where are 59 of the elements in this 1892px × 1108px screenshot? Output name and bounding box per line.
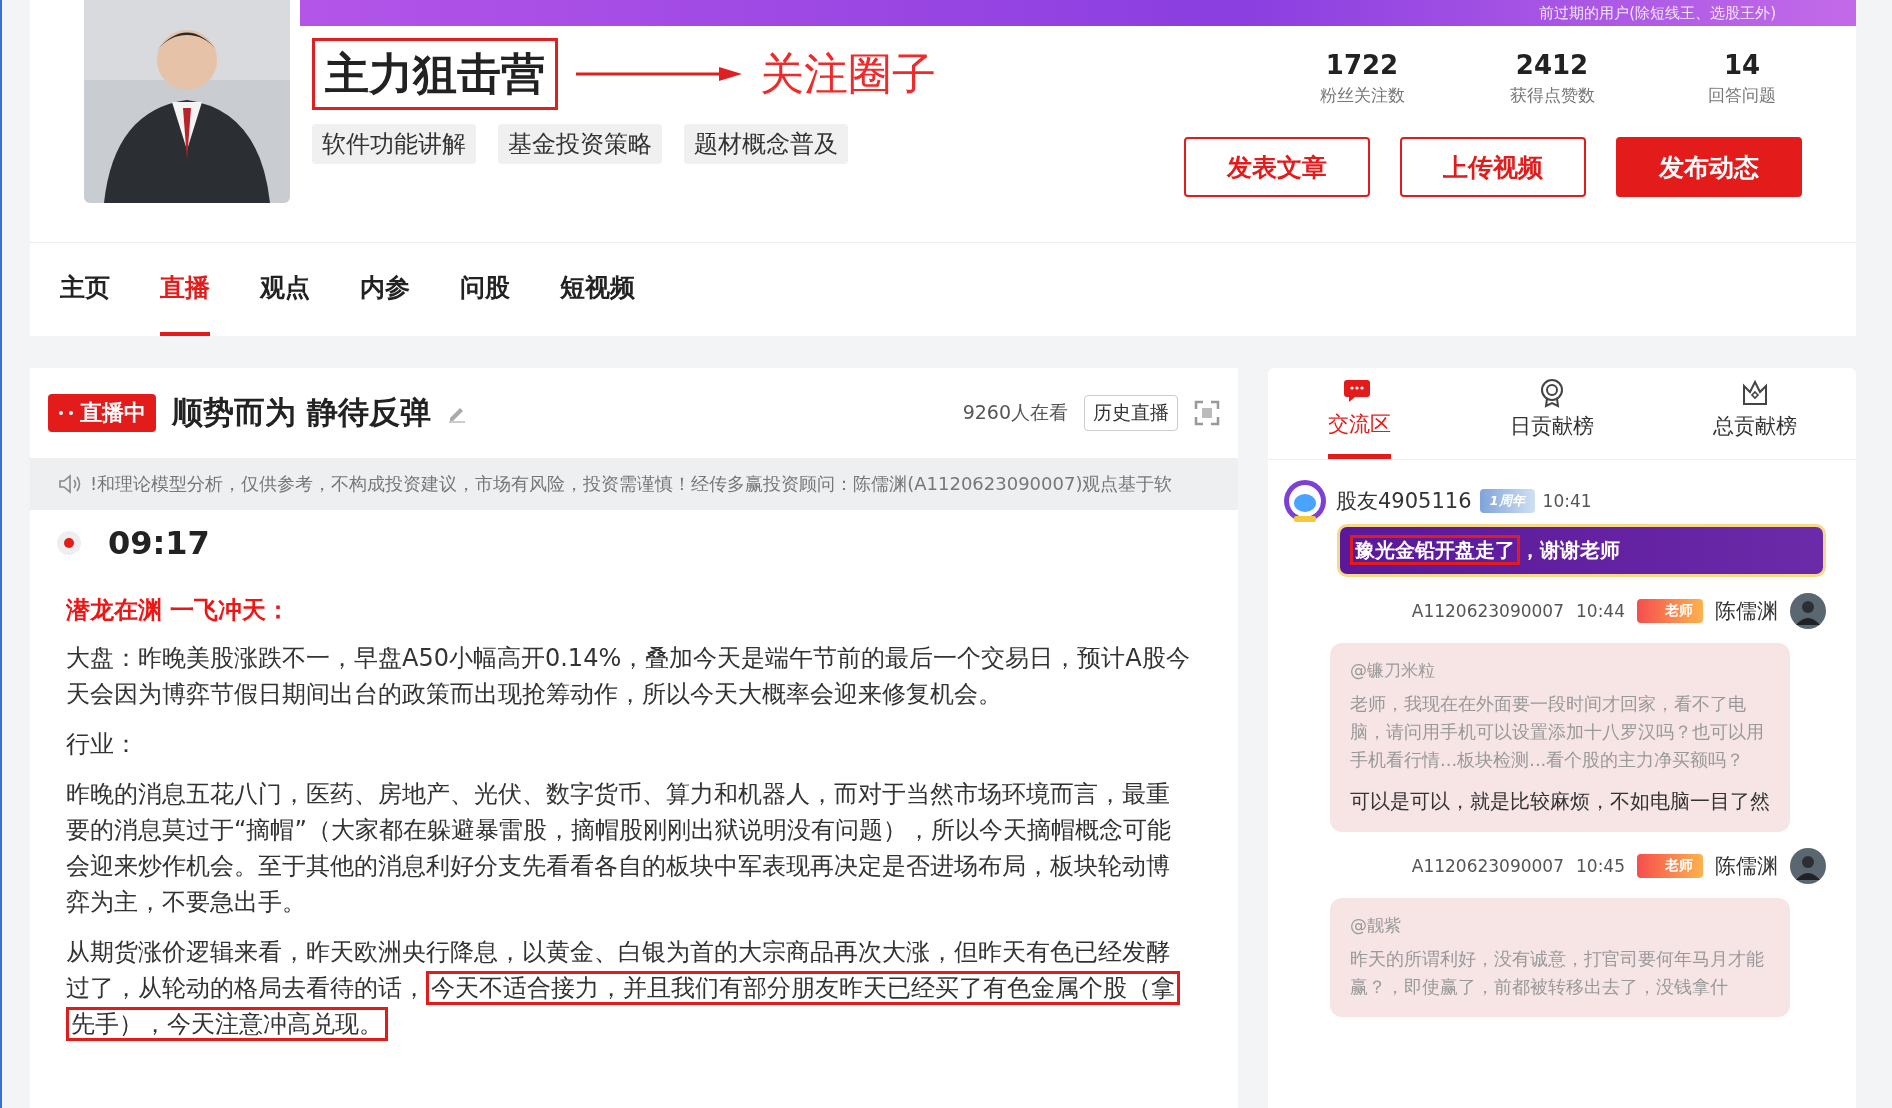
annotation-text: 关注圈子	[760, 46, 936, 101]
chat-tab[interactable]: 总贡献榜	[1712, 368, 1797, 459]
message-time: 10:45	[1576, 856, 1625, 876]
stat-value: 1722	[1325, 50, 1399, 80]
nav-tab[interactable]: 观点	[260, 243, 310, 336]
username: 股友4905116	[1336, 488, 1472, 515]
viewer-count: 9260人在看	[962, 400, 1068, 425]
chat-tab[interactable]: 日贡献榜	[1509, 368, 1594, 459]
username: 陈儒渊	[1715, 598, 1778, 625]
stat-value: 2412	[1515, 50, 1589, 80]
action-button[interactable]: 上传视频	[1400, 137, 1586, 197]
stat-label: 回答问题	[1708, 84, 1776, 107]
topic-tag: 题材概念普及	[684, 124, 848, 164]
post-time: 09:17	[108, 524, 210, 562]
chat-tab[interactable]: 交流区	[1327, 368, 1391, 459]
action-button[interactable]: 发布动态	[1616, 137, 1802, 197]
reply-text: 可以是可以，就是比较麻烦，不如电脑一目了然	[1350, 788, 1770, 815]
nav-tab[interactable]: 主页	[60, 243, 110, 336]
quoted-question: 昨天的所谓利好，没有诚意，打官司要何年马月才能赢？，即使赢了，前都被转移出去了，没钱拿什	[1350, 947, 1765, 999]
post-paragraph: 行业：	[66, 729, 139, 760]
message-time: 10:44	[1576, 601, 1625, 621]
post-heading: 潜龙在渊 一飞冲天：	[66, 595, 292, 626]
profile-title: 主力狙击营	[312, 38, 558, 110]
quoted-user: @靓紫	[1350, 914, 1402, 937]
nav-tab[interactable]: 内参	[360, 243, 410, 336]
message-bubble: 豫光金铅开盘走了 ，谢谢老师	[1337, 524, 1826, 577]
speaker-icon	[58, 474, 82, 494]
quoted-question: 老师，我现在在外面要一段时间才回家，看不了电脑，请问用手机可以设置添加十八罗汉吗？也可以用手机看行情...板块检测...看个股的主力净买额吗？	[1350, 692, 1765, 772]
topic-tag: 基金投资策略	[498, 124, 662, 164]
action-button[interactable]: 发表文章	[1184, 137, 1370, 197]
stat-label: 粉丝关注数	[1319, 84, 1405, 107]
nav-tab[interactable]: 问股	[460, 243, 510, 336]
nav-tab[interactable]: 直播	[160, 243, 210, 336]
nav-tab[interactable]: 短视频	[560, 243, 635, 336]
advisor-id: A1120623090007	[1411, 856, 1564, 876]
fullscreen-icon[interactable]	[1194, 400, 1220, 426]
stat-label: 获得点赞数	[1509, 84, 1595, 107]
teacher-badge: 老师	[1637, 599, 1703, 623]
live-dot-icon	[56, 530, 82, 556]
live-title: 顺势而为 静待反弹	[172, 393, 431, 432]
promo-banner[interactable]: 前过期的用户(除短线王、选股王外)	[300, 0, 1856, 26]
live-badge: 直播中	[48, 394, 156, 432]
stat-value: 14	[1723, 50, 1761, 80]
avatar-icon	[1282, 478, 1328, 524]
post-paragraph: 大盘：昨晚美股涨跌不一，早盘A50小幅高开0.14%，叠加今天是端午节前的最后一个交易日，预计A股今天会因为博弈节假日期间出台的政策而出现抢筹动作，所以今天大概率会迎来修复机会。	[66, 643, 1190, 710]
anniversary-badge: 1周年	[1479, 489, 1535, 513]
advisor-id: A1120623090007	[1411, 601, 1564, 621]
quoted-user: @镰刀米粒	[1350, 659, 1436, 682]
topic-tag: 软件功能讲解	[312, 124, 476, 164]
disclaimer-text: !和理论模型分析，仅供参考，不构成投资建议，市场有风险，投资需谨慎！经传多赢投资顾问：陈儒渊(A1120623090007)观点基于软	[90, 472, 1173, 496]
message-time: 10:41	[1542, 491, 1592, 511]
teacher-badge: 老师	[1637, 854, 1703, 878]
dots-icon	[58, 410, 74, 416]
username: 陈儒渊	[1715, 853, 1778, 880]
post-paragraph: 昨晚的消息五花八门，医药、房地产、光伏、数字货币、算力和机器人，而对于当然市场环境而言，最重要的消息莫过于“摘帽”（大家都在躲避暴雷股，摘帽股刚刚出狱说明没有问题），所以今天摘帽概念可能会迎来炒作机会。至于其他的消息利好分支先看看各自的板块中军表现再决定是否进场布局，板块轮动博弈为主，不要急出手。	[66, 779, 1172, 918]
avatar-icon	[1790, 848, 1826, 884]
avatar-icon	[1790, 593, 1826, 629]
history-button[interactable]: 历史直播	[1084, 395, 1178, 431]
banner-text: 前过期的用户(除短线王、选股王外)	[1539, 3, 1776, 23]
